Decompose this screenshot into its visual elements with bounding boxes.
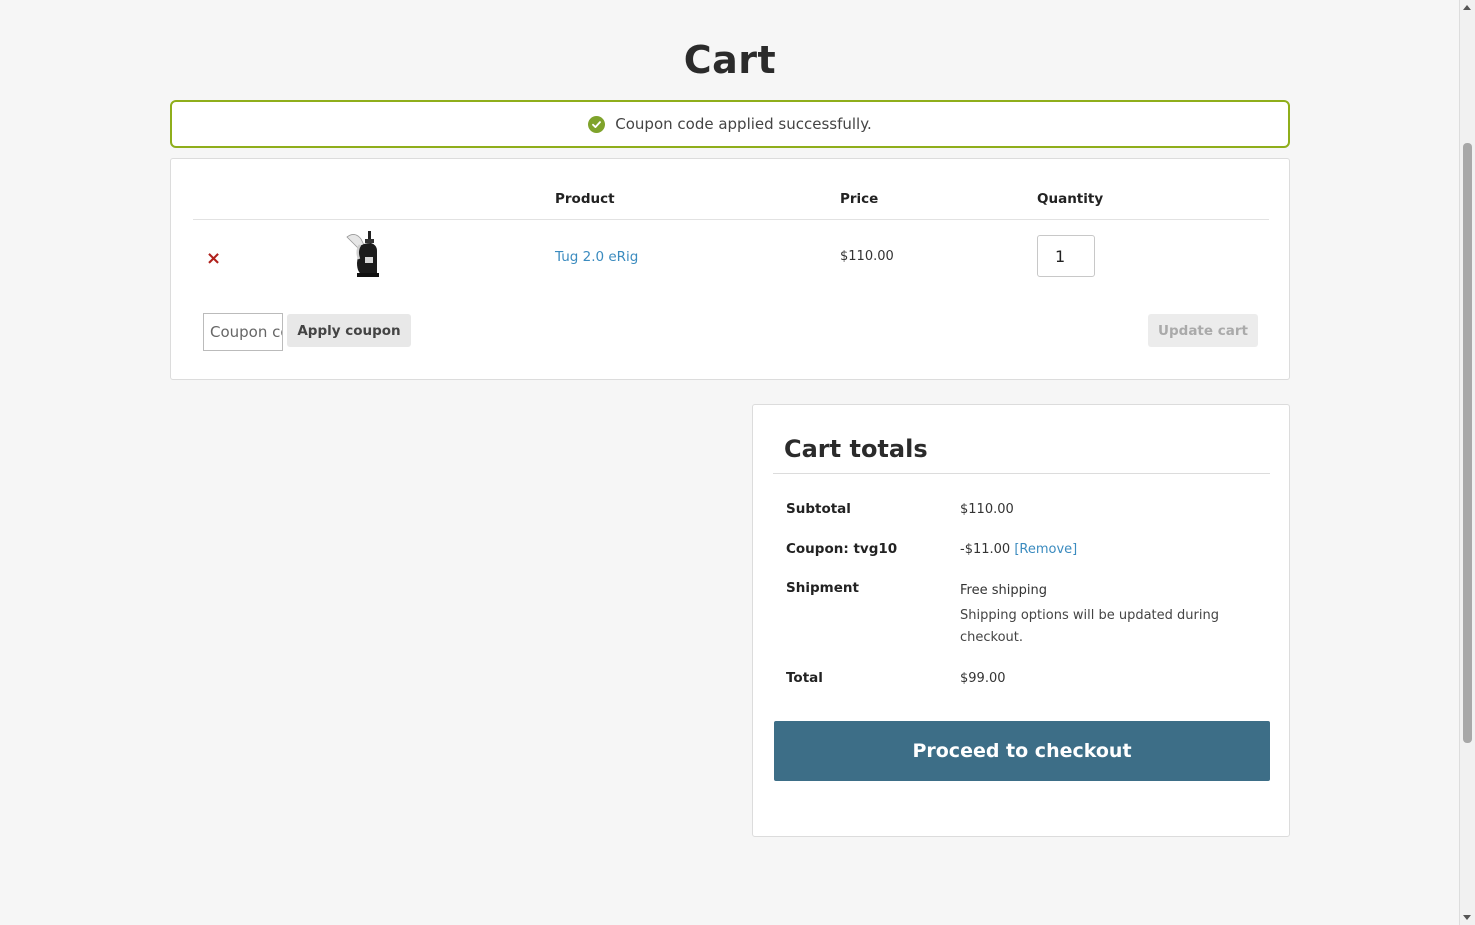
shipment-label: Shipment [786, 580, 859, 596]
apply-coupon-button[interactable]: Apply coupon [287, 314, 411, 347]
cart-table: Product Price Quantity × Tug 2.0 eRig $1… [170, 158, 1290, 380]
scrollbar[interactable] [1460, 0, 1475, 925]
coupon-discount: -$11.00 [960, 542, 1011, 557]
subtotal-label: Subtotal [786, 501, 851, 517]
shipment-value: Free shipping [960, 583, 1047, 598]
product-price: $110.00 [840, 249, 894, 264]
cart-totals-title: Cart totals [784, 435, 928, 463]
product-thumbnail[interactable] [341, 229, 385, 279]
notice-text: Coupon code applied successfully. [615, 115, 872, 133]
totals-divider [773, 473, 1270, 474]
coupon-code-input[interactable] [203, 313, 283, 351]
check-circle-icon [588, 115, 606, 133]
header-divider [193, 219, 1269, 220]
subtotal-value: $110.00 [960, 502, 1014, 517]
quantity-input[interactable] [1037, 235, 1095, 277]
remove-coupon-link[interactable]: [Remove] [1014, 542, 1077, 557]
remove-item-icon[interactable]: × [206, 248, 221, 269]
page-title: Cart [683, 38, 777, 82]
scrollbar-thumb[interactable] [1463, 143, 1472, 743]
scroll-down-icon[interactable] [1463, 915, 1471, 920]
scroll-up-icon[interactable] [1463, 5, 1471, 10]
proceed-to-checkout-button[interactable]: Proceed to checkout [774, 721, 1270, 781]
coupon-success-notice: Coupon code applied successfully. [170, 100, 1290, 148]
total-value: $99.00 [960, 671, 1006, 686]
header-price: Price [840, 191, 879, 207]
cart-totals: Cart totals Subtotal $110.00 Coupon: tvg… [752, 404, 1290, 837]
header-quantity: Quantity [1037, 191, 1104, 207]
update-cart-button[interactable]: Update cart [1148, 314, 1258, 347]
product-link[interactable]: Tug 2.0 eRig [555, 249, 638, 265]
shipment-note: Shipping options will be updated during … [960, 608, 1219, 645]
coupon-value-row: -$11.00 [Remove] [960, 542, 1077, 557]
header-product: Product [555, 191, 615, 207]
coupon-label: Coupon: tvg10 [786, 541, 898, 557]
total-label: Total [786, 670, 823, 686]
